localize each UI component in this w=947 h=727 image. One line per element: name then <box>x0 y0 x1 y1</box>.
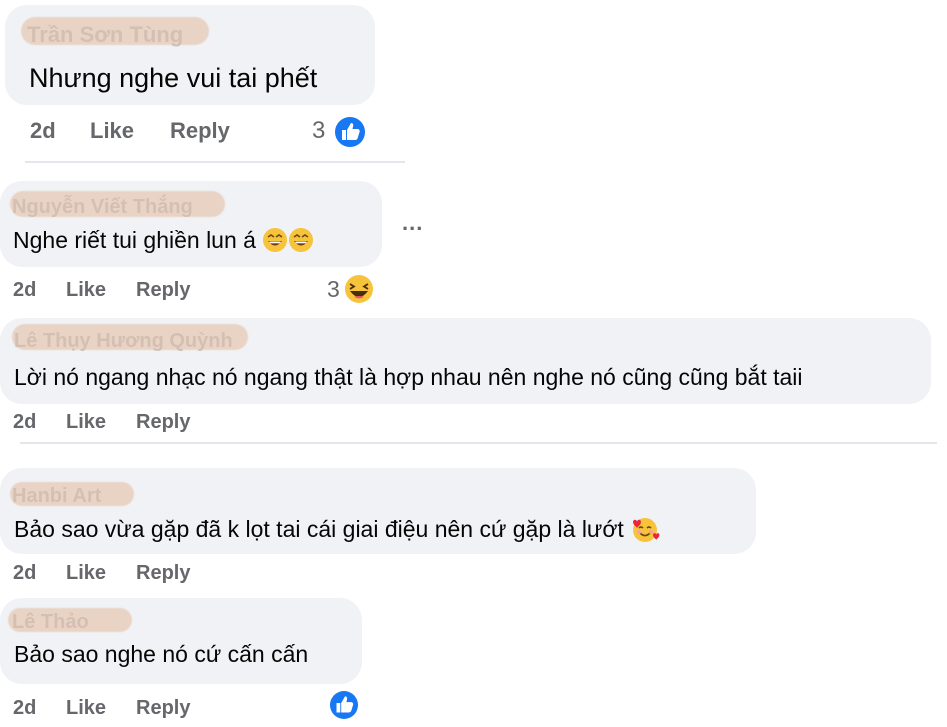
author-name[interactable]: Trần Sơn Tùng <box>27 24 183 46</box>
comment-text-content: Nghe riết tui ghiền lun á <box>13 227 256 254</box>
author-name[interactable]: Nguyễn Viết Thắng <box>12 197 193 217</box>
comment-time[interactable]: 2d <box>13 698 36 718</box>
like-button[interactable]: Like <box>66 280 106 300</box>
thread-divider <box>20 442 937 444</box>
comment-text: Bảo sao nghe nó cứ cấn cấn <box>14 641 309 667</box>
like-icon[interactable] <box>332 114 368 150</box>
like-button[interactable]: Like <box>90 120 134 142</box>
comment-time[interactable]: 2d <box>13 563 36 583</box>
comment-bubble: Nguyễn Viết Thắng Nghe riết tui ghiền lu… <box>0 181 382 267</box>
comment-text-content: Bảo sao vừa gặp đã k lọt tai cái giai đi… <box>14 516 624 543</box>
author-name[interactable]: Hanbi Art <box>12 486 101 506</box>
like-button[interactable]: Like <box>66 698 106 718</box>
reply-button[interactable]: Reply <box>170 120 230 142</box>
reply-button[interactable]: Reply <box>136 412 190 432</box>
reply-button[interactable]: Reply <box>136 280 190 300</box>
thread-divider <box>25 161 405 163</box>
comment-text: Lời nó ngang nhạc nó ngang thật là hợp n… <box>14 364 803 390</box>
reaction-count[interactable]: 3 <box>327 278 340 301</box>
author-name[interactable]: Lê Thảo <box>12 612 89 632</box>
comment-bubble: Trần Sơn Tùng Nhưng nghe vui tai phết <box>5 5 375 105</box>
reaction-count[interactable]: 3 <box>312 119 325 143</box>
grinning-squinting-face-icon <box>262 227 288 257</box>
like-button[interactable]: Like <box>66 563 106 583</box>
comment-text: Nghe riết tui ghiền lun á <box>13 227 314 257</box>
comment-time[interactable]: 2d <box>30 120 56 142</box>
comment-text: Nhưng nghe vui tai phết <box>29 63 318 93</box>
smiling-face-with-hearts-icon <box>630 515 660 547</box>
reply-button[interactable]: Reply <box>136 563 190 583</box>
comment-bubble: Hanbi Art Bảo sao vừa gặp đã k lọt tai c… <box>0 468 756 554</box>
author-name[interactable]: Lê Thụy Hương Quỳnh <box>14 331 233 351</box>
comment-text: Bảo sao vừa gặp đã k lọt tai cái giai đi… <box>14 515 660 547</box>
grinning-squinting-face-icon <box>288 227 314 257</box>
comment-time[interactable]: 2d <box>13 412 36 432</box>
like-button[interactable]: Like <box>66 412 106 432</box>
more-options-button[interactable]: ... <box>402 212 423 234</box>
comment-bubble: Lê Thảo Bảo sao nghe nó cứ cấn cấn <box>0 598 362 684</box>
like-icon[interactable] <box>327 688 361 722</box>
reply-button[interactable]: Reply <box>136 698 190 718</box>
haha-icon[interactable] <box>342 272 376 306</box>
comment-time[interactable]: 2d <box>13 280 36 300</box>
comment-bubble: Lê Thụy Hương Quỳnh Lời nó ngang nhạc nó… <box>0 318 931 404</box>
